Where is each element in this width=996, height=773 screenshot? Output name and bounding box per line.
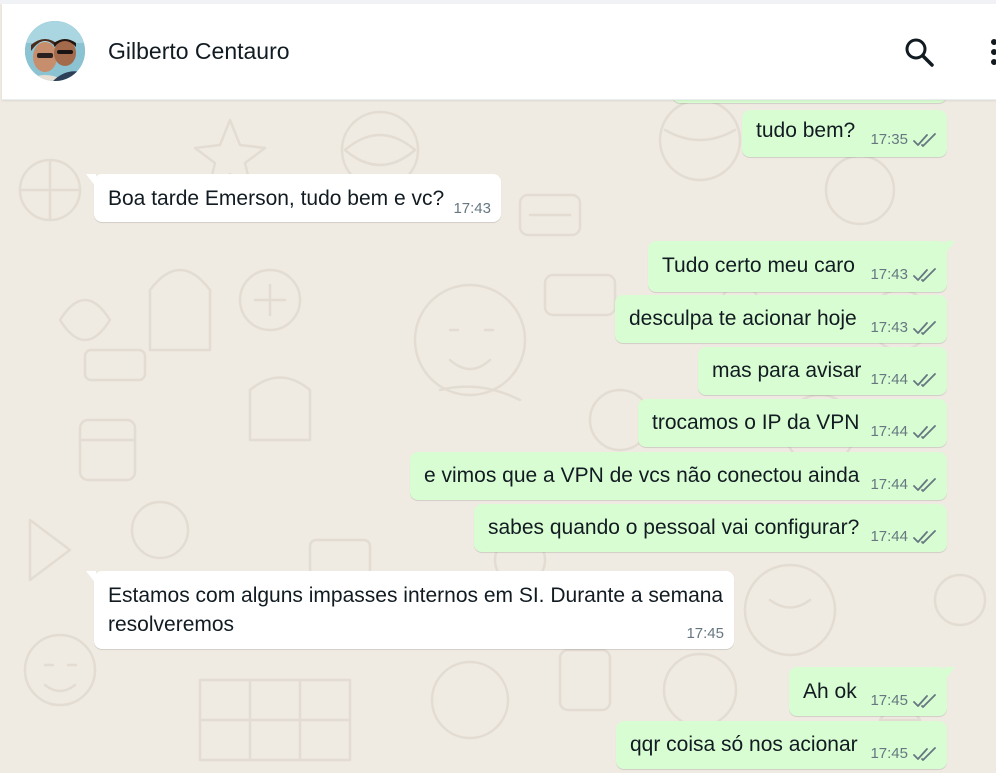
contact-avatar[interactable] — [25, 21, 85, 81]
message-time: 17:43 — [870, 266, 908, 283]
message-bubble-outgoing[interactable]: Ah ok 17:45 — [789, 667, 955, 716]
message-text-line: resolveremos — [108, 613, 235, 636]
message-time: 17:44 — [870, 371, 908, 388]
message-bubble-incoming[interactable]: Estamos com alguns impasses internos em … — [86, 571, 734, 649]
chat-window: Gilberto Centauro tudo bem? 17:35 Boa ta… — [0, 0, 996, 773]
message-meta: 17:43 — [870, 319, 937, 336]
message-meta: 17:45 — [870, 745, 937, 762]
message-text: desculpa te acionar hoje — [629, 307, 857, 330]
message-meta: 17:45 — [686, 625, 724, 642]
message-bubble-outgoing[interactable]: tudo bem? 17:35 — [742, 110, 947, 157]
kebab-menu-icon[interactable] — [982, 35, 996, 69]
message-meta: 17:45 — [870, 692, 937, 709]
message-text: qqr coisa só nos acionar — [630, 733, 858, 756]
bubble-tail — [945, 667, 955, 680]
message-time: 17:45 — [870, 745, 908, 762]
message-time: 17:43 — [453, 200, 491, 217]
message-text: trocamos o IP da VPN — [652, 411, 860, 434]
message-time: 17:45 — [870, 692, 908, 709]
message-text: sabes quando o pessoal vai configurar? — [488, 516, 860, 539]
message-bubble-outgoing[interactable]: mas para avisar 17:44 — [698, 347, 947, 395]
double-check-icon — [913, 267, 936, 282]
message-time: 17:35 — [870, 131, 908, 148]
double-check-icon — [913, 320, 936, 335]
message-text: Ah ok — [803, 680, 857, 703]
message-text: mas para avisar — [712, 359, 862, 382]
message-time: 17:44 — [870, 528, 908, 545]
message-meta: 17:44 — [870, 371, 937, 388]
search-icon[interactable] — [902, 35, 936, 69]
message-time: 17:44 — [870, 476, 908, 493]
message-text: tudo bem? — [756, 119, 856, 142]
message-bubble-incoming[interactable]: Boa tarde Emerson, tudo bem e vc? 17:43 — [86, 174, 501, 222]
message-text: e vimos que a VPN de vcs não conectou ai… — [424, 464, 860, 487]
message-bubble-outgoing[interactable]: desculpa te acionar hoje 17:43 — [615, 295, 947, 343]
contact-name[interactable]: Gilberto Centauro — [108, 38, 290, 65]
double-check-icon — [913, 372, 936, 387]
message-time: 17:43 — [870, 319, 908, 336]
message-meta: 17:44 — [870, 423, 937, 440]
bubble-tail — [86, 174, 96, 187]
message-time: 17:44 — [870, 423, 908, 440]
message-meta: 17:44 — [870, 476, 937, 493]
message-bubble-outgoing[interactable]: sabes quando o pessoal vai configurar? 1… — [474, 504, 947, 552]
double-check-icon — [913, 746, 936, 761]
message-time: 17:45 — [686, 625, 724, 642]
double-check-icon — [913, 693, 936, 708]
double-check-icon — [913, 529, 936, 544]
message-meta: 17:35 — [870, 131, 937, 148]
chat-header: Gilberto Centauro — [2, 4, 996, 100]
message-text: Tudo certo meu caro — [662, 254, 855, 277]
bubble-tail — [945, 241, 955, 254]
message-text: Boa tarde Emerson, tudo bem e vc? — [108, 187, 445, 210]
message-bubble-outgoing[interactable]: Tudo certo meu caro 17:43 — [648, 241, 955, 292]
double-check-icon — [913, 424, 936, 439]
double-check-icon — [913, 477, 936, 492]
message-bubble-outgoing[interactable]: qqr coisa só nos acionar 17:45 — [616, 721, 947, 769]
message-meta: 17:43 — [870, 266, 937, 283]
message-meta: 17:43 — [453, 200, 491, 217]
double-check-icon — [913, 132, 936, 147]
bubble-tail — [86, 571, 96, 584]
message-meta: 17:44 — [870, 528, 937, 545]
message-text-line: Estamos com alguns impasses internos em … — [108, 584, 724, 607]
message-bubble-outgoing[interactable]: trocamos o IP da VPN 17:44 — [638, 399, 947, 447]
message-bubble-outgoing[interactable]: e vimos que a VPN de vcs não conectou ai… — [410, 452, 947, 500]
